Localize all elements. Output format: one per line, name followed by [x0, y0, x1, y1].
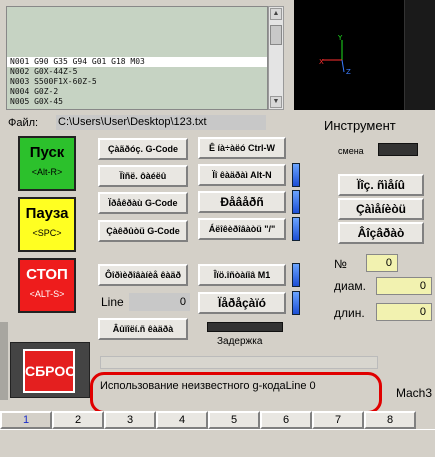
run-from-here-button[interactable]: Ôîðìèðîâàíèå êàäð: [98, 264, 188, 286]
tab-5[interactable]: 5: [208, 411, 260, 429]
tab-1[interactable]: 1: [0, 411, 52, 429]
pause-button[interactable]: Пауза <SPC>: [18, 197, 76, 252]
close-gcode-button[interactable]: Ïðåêðàù G-Code: [98, 192, 188, 214]
tab-page-area: [0, 429, 435, 457]
tool-replace-button[interactable]: Çàìåíèòü: [338, 198, 424, 220]
axis-icon: Y X Z: [319, 34, 351, 76]
tool-return-button[interactable]: Âîçâðàò: [338, 222, 424, 244]
stop-button[interactable]: СТОП <ALT-S>: [18, 258, 76, 313]
recent-files-button[interactable]: Ïîñë. ôàéëû: [98, 165, 188, 187]
load-gcode-button[interactable]: Çàãðóç. G-Code: [98, 138, 188, 160]
tab-7[interactable]: 7: [312, 411, 364, 429]
gcode-line: N002 G0X-44Z-5: [10, 67, 78, 76]
mach-label: Mach3: [396, 386, 433, 400]
reverse-led: [292, 190, 300, 214]
file-label: Файл:: [8, 117, 39, 129]
error-message: Использование неизвестного g-кодаLine 0: [100, 380, 316, 392]
single-block-button[interactable]: Ïî êàäðàì Alt-N: [198, 164, 286, 186]
tab-8[interactable]: 8: [364, 411, 416, 429]
svg-text:X: X: [319, 58, 324, 66]
optional-stop-led: [292, 263, 300, 287]
gcode-line: N004 G0Z-2: [10, 87, 59, 96]
flood-button[interactable]: Ïåðåçàïó: [198, 292, 286, 314]
tool-diameter-label: диам.: [334, 279, 366, 293]
tab-4[interactable]: 4: [156, 411, 208, 429]
gcode-line: N001 G90 G35 G94 G01 G18 M03: [7, 57, 267, 67]
block-delete-button[interactable]: Áëîêèðîâàòü "/": [198, 218, 286, 240]
tool-length-label: длин.: [334, 306, 365, 320]
tab-3[interactable]: 3: [104, 411, 156, 429]
svg-text:Z: Z: [346, 68, 351, 76]
toolpath-side-pane: [404, 0, 435, 110]
svg-text:Y: Y: [337, 34, 343, 42]
start-button[interactable]: Пуск <Alt-R>: [18, 136, 76, 191]
delay-label: Задержка: [217, 336, 263, 347]
rewind-gcode-button[interactable]: Çàêðûòü G-Code: [98, 220, 188, 242]
scroll-thumb[interactable]: [270, 25, 282, 45]
dwell-led: [207, 322, 283, 332]
message-highlight: [90, 372, 382, 414]
line-label: Line: [101, 295, 124, 309]
tool-length-field[interactable]: 0: [376, 303, 432, 321]
tool-change-label: смена: [338, 146, 364, 156]
stop-title: СТОП: [26, 266, 68, 283]
optional-stop-button[interactable]: Îïö.îñòàíîâ M1: [198, 264, 286, 286]
page-tabs: 1 2 3 4 5 6 7 8: [0, 411, 435, 429]
tool-diameter-field[interactable]: 0: [376, 277, 432, 295]
tool-change-led: [378, 143, 418, 156]
rewind-ctrl-w-button[interactable]: Ê íà÷àëó Ctrl-W: [198, 137, 286, 159]
tool-number-field[interactable]: 0: [366, 254, 398, 272]
set-next-line-button[interactable]: Âûïîëí.ñ êàäðà: [98, 318, 188, 340]
left-strip: [0, 322, 8, 400]
stop-hotkey: <ALT-S>: [29, 289, 65, 299]
tab-2[interactable]: 2: [52, 411, 104, 429]
tool-change-pos-button[interactable]: Ïîç. ñìåíû: [338, 174, 424, 196]
block-delete-led: [292, 217, 300, 241]
start-title: Пуск: [29, 144, 65, 161]
scroll-down-icon[interactable]: ▼: [270, 96, 282, 108]
line-field[interactable]: 0: [129, 293, 190, 311]
reverse-button[interactable]: Ðåâåðñ: [198, 191, 286, 213]
gcode-scrollbar[interactable]: ▲ ▼: [268, 6, 284, 110]
reset-button[interactable]: СБРОС: [10, 342, 90, 398]
flood-led: [292, 291, 300, 315]
tool-number-label: №: [334, 257, 347, 271]
gcode-lines: N001 G90 G35 G94 G01 G18 M03 N002 G0X-44…: [7, 57, 267, 107]
toolpath-display[interactable]: Y X Z: [294, 0, 435, 110]
gcode-line: N005 G0X-45: [10, 97, 63, 106]
start-hotkey: <Alt-R>: [31, 167, 63, 177]
reset-label: СБРОС: [23, 349, 75, 393]
pause-hotkey: <SPC>: [32, 228, 62, 238]
gcode-listing[interactable]: N001 G90 G35 G94 G01 G18 M03 N002 G0X-44…: [6, 6, 268, 110]
tool-title: Инструмент: [324, 118, 396, 133]
gcode-line: N003 S500F1X-60Z-5: [10, 77, 97, 86]
status-line-bar: [100, 356, 378, 369]
file-path: C:\Users\User\Desktop\123.txt: [56, 115, 266, 130]
scroll-up-icon[interactable]: ▲: [270, 8, 282, 20]
tab-6[interactable]: 6: [260, 411, 312, 429]
pause-title: Пауза: [25, 205, 69, 222]
single-block-led: [292, 163, 300, 187]
